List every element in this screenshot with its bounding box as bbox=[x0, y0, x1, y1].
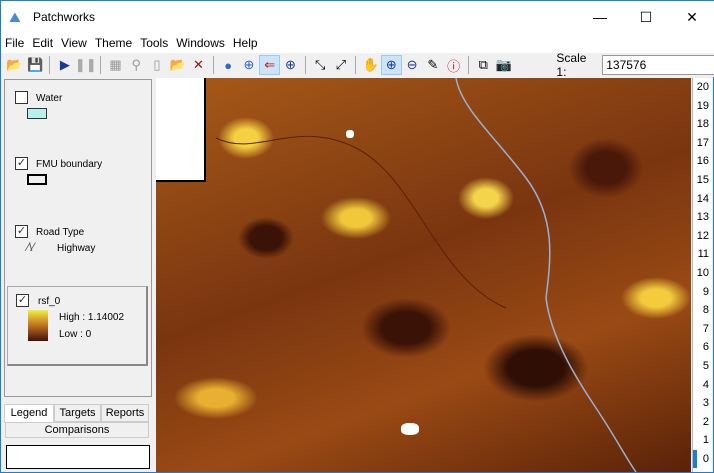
pause-icon[interactable]: ❚❚ bbox=[75, 55, 97, 75]
highway-line bbox=[455, 78, 637, 472]
status-field bbox=[6, 445, 150, 469]
scale-level-8[interactable]: 8 bbox=[693, 301, 712, 320]
title-bar: ⛰ Patchworks — ☐ ✕ bbox=[1, 1, 714, 33]
remove-layer-icon[interactable]: ✕ bbox=[188, 55, 209, 75]
menu-tools[interactable]: Tools bbox=[136, 36, 172, 50]
tab-reports[interactable]: Reports bbox=[101, 404, 149, 422]
scale-level-3[interactable]: 3 bbox=[693, 394, 712, 413]
scale-level-20[interactable]: 20 bbox=[693, 78, 712, 97]
rsf-low-label: Low : 0 bbox=[59, 329, 92, 340]
globe-icon[interactable]: ● bbox=[218, 55, 239, 75]
scale-input[interactable]: 137576 bbox=[602, 55, 714, 75]
menu-bar: File Edit View Theme Tools Windows Help bbox=[1, 33, 714, 53]
scale-level-0[interactable]: 0 bbox=[693, 449, 712, 469]
menu-edit[interactable]: Edit bbox=[28, 36, 57, 50]
scale-level-10[interactable]: 10 bbox=[693, 264, 712, 283]
road-overlay bbox=[215, 78, 637, 472]
menu-theme[interactable]: Theme bbox=[91, 36, 136, 50]
legend-layer-fmu-boundary[interactable]: ✓ FMU boundary bbox=[7, 152, 148, 218]
scale-level-13[interactable]: 13 bbox=[693, 208, 712, 227]
legend-layer-rsf-0[interactable]: ✓ rsf_0 High : 1.14002 Low : 0 bbox=[7, 286, 148, 366]
scale-level-11[interactable]: 11 bbox=[693, 245, 712, 264]
menu-view[interactable]: View bbox=[57, 36, 91, 50]
play-icon[interactable]: ▶ bbox=[54, 55, 75, 75]
toolbar: 📂 💾 ▶ ❚❚ ▦ ⚲ ▯ 📂 ✕ ● ⊕ ⇐ ⊕ ⤡ ⤢ ✋ ⊕ ⊖ ✎ ⓘ… bbox=[1, 51, 714, 79]
menu-help[interactable]: Help bbox=[229, 36, 262, 50]
menu-windows[interactable]: Windows bbox=[172, 36, 229, 50]
open-folder-icon[interactable]: 📂 bbox=[4, 55, 25, 75]
scale-label: Scale 1: bbox=[556, 51, 587, 79]
scale-level-17[interactable]: 17 bbox=[693, 134, 712, 153]
close-button[interactable]: ✕ bbox=[669, 1, 714, 33]
window-title: Patchworks bbox=[33, 10, 96, 24]
zoom-in-extent-icon[interactable]: ⤡ bbox=[310, 55, 331, 75]
add-theme-icon[interactable]: ⊕ bbox=[280, 55, 301, 75]
camera-icon[interactable]: 📷 bbox=[494, 55, 515, 75]
separator bbox=[49, 56, 51, 74]
separator bbox=[304, 56, 306, 74]
scale-level-14[interactable]: 14 bbox=[693, 190, 712, 209]
tab-targets[interactable]: Targets bbox=[54, 404, 101, 422]
zoom-out-extent-icon[interactable]: ⤢ bbox=[331, 55, 352, 75]
tab-comparisons[interactable]: Comparisons bbox=[5, 422, 149, 438]
highway-line-icon: ⁄\⁄ bbox=[27, 240, 35, 254]
scale-level-19[interactable]: 19 bbox=[693, 97, 712, 116]
scale-level-12[interactable]: 12 bbox=[693, 227, 712, 246]
scale-level-16[interactable]: 16 bbox=[693, 152, 712, 171]
minimize-button[interactable]: — bbox=[577, 1, 623, 33]
scale-level-9[interactable]: 9 bbox=[693, 283, 712, 302]
fmu-label: FMU boundary bbox=[36, 159, 103, 170]
save-icon[interactable]: 💾 bbox=[25, 55, 46, 75]
add-layer-icon[interactable]: ⊕ bbox=[239, 55, 260, 75]
rsf-checkbox[interactable]: ✓ bbox=[16, 294, 29, 307]
rsf-label: rsf_0 bbox=[38, 296, 61, 307]
rsf-color-ramp bbox=[28, 310, 48, 341]
menu-file[interactable]: File bbox=[1, 36, 28, 50]
rsf-high-label: High : 1.14002 bbox=[59, 312, 125, 323]
scale-level-bar[interactable]: 20 19 18 17 16 15 14 13 12 11 10 9 8 7 6 5 4 3 2 1 0 bbox=[692, 78, 712, 472]
pan-hand-icon[interactable]: ✋ bbox=[360, 55, 381, 75]
zoom-out-icon[interactable]: ⊖ bbox=[402, 55, 423, 75]
river-line bbox=[215, 135, 507, 309]
zoom-layer-icon[interactable]: ⇐ bbox=[259, 55, 281, 75]
separator bbox=[212, 56, 214, 74]
road-label: Road Type bbox=[36, 227, 85, 238]
maximize-button[interactable]: ☐ bbox=[623, 1, 669, 33]
open-layer-icon[interactable]: 📂 bbox=[167, 55, 188, 75]
water-label: Water bbox=[36, 93, 63, 104]
legend-layer-water[interactable]: Water bbox=[7, 82, 148, 150]
legend-panel: Water ✓ FMU boundary ✓ Road Type ⁄\⁄ Hig… bbox=[4, 79, 152, 397]
scale-level-5[interactable]: 5 bbox=[693, 357, 712, 376]
water-swatch bbox=[27, 108, 47, 119]
fmu-checkbox[interactable]: ✓ bbox=[15, 157, 28, 170]
scale-level-15[interactable]: 15 bbox=[693, 171, 712, 190]
scale-level-4[interactable]: 4 bbox=[693, 376, 712, 395]
scale-level-18[interactable]: 18 bbox=[693, 115, 712, 134]
app-icon: ⛰ bbox=[9, 9, 21, 25]
scale-level-2[interactable]: 2 bbox=[693, 413, 712, 432]
water-patch bbox=[346, 130, 354, 138]
water-checkbox[interactable] bbox=[15, 91, 28, 104]
select-icon[interactable]: ✎ bbox=[422, 55, 443, 75]
tab-legend[interactable]: Legend bbox=[4, 404, 54, 423]
panel-icon[interactable]: ▯ bbox=[147, 55, 168, 75]
separator bbox=[467, 56, 469, 74]
separator bbox=[100, 56, 102, 74]
select-features-icon[interactable]: ⧉ bbox=[473, 55, 494, 75]
map-canvas[interactable] bbox=[156, 78, 691, 472]
scale-level-7[interactable]: 7 bbox=[693, 320, 712, 339]
panel-tabs: Legend Targets Reports Comparisons bbox=[4, 404, 152, 438]
legend-layer-road-type[interactable]: ✓ Road Type ⁄\⁄ Highway bbox=[7, 220, 148, 284]
highway-label: Highway bbox=[57, 243, 96, 254]
separator bbox=[355, 56, 357, 74]
table-icon[interactable]: ▦ bbox=[105, 55, 126, 75]
info-icon[interactable]: ⓘ bbox=[443, 55, 464, 75]
scale-level-1[interactable]: 1 bbox=[693, 431, 712, 450]
road-checkbox[interactable]: ✓ bbox=[15, 225, 28, 238]
scale-level-6[interactable]: 6 bbox=[693, 338, 712, 357]
water-patch bbox=[401, 423, 419, 435]
zoom-in-icon[interactable]: ⊕ bbox=[380, 55, 402, 75]
binoculars-icon[interactable]: ⚲ bbox=[126, 55, 147, 75]
fmu-swatch bbox=[27, 174, 47, 185]
